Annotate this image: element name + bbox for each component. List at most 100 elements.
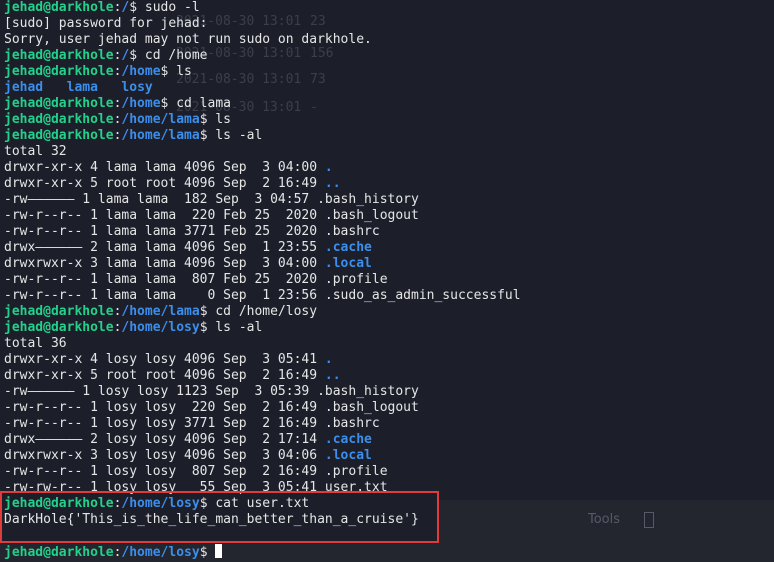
directory-name: losy <box>121 80 153 95</box>
prompt-user: jehad@darkhole <box>4 112 114 127</box>
file-name: .profile <box>324 272 388 287</box>
directory-name: . <box>324 160 333 175</box>
terminal-line: total 36 <box>4 336 774 352</box>
prompt-symbol: $ <box>129 0 145 15</box>
terminal-line: -rw-r--r-- 1 losy losy 220 Sep 2 16:49 .… <box>4 400 774 416</box>
file-listing-meta: drwxrwxr-x 3 losy losy 4096 Sep 3 04:06 <box>4 448 325 463</box>
file-listing-meta: -rw-r--r-- 1 losy losy 220 Sep 2 16:49 <box>4 400 325 415</box>
terminal-line: jehad@darkhole:/$ cd /home <box>4 48 774 64</box>
command-text: ls -al <box>215 320 263 335</box>
directory-name: .cache <box>324 240 372 255</box>
terminal-line: -rw—————— 1 lama lama 182 Sep 3 04:57 .b… <box>4 192 774 208</box>
command-text: cd lama <box>176 96 231 111</box>
output-text: [sudo] password for jehad: <box>4 16 208 31</box>
prompt-path: /home <box>121 64 161 79</box>
file-name: .bash_logout <box>324 208 419 223</box>
prompt-symbol: $ <box>199 112 216 127</box>
terminal-line: [sudo] password for jehad: <box>4 16 774 32</box>
output-text: total 36 <box>4 336 67 351</box>
terminal-line: drwxrwxr-x 3 losy losy 4096 Sep 3 04:06 … <box>4 448 774 464</box>
terminal-line: drwxr-xr-x 5 root root 4096 Sep 2 16:49 … <box>4 176 774 192</box>
command-text: cd /home <box>144 48 208 63</box>
prompt-path: /home/lama <box>121 112 200 127</box>
terminal-line: -rw-r--r-- 1 lama lama 220 Feb 25 2020 .… <box>4 208 774 224</box>
command-text: cd /home/losy <box>215 304 318 319</box>
prompt-symbol: $ <box>199 128 216 143</box>
prompt-symbol: $ <box>199 304 216 319</box>
prompt-symbol: $ <box>160 64 177 79</box>
terminal-line: -rw—————— 1 losy losy 1123 Sep 3 05:39 .… <box>4 384 774 400</box>
file-listing-meta: -rw-r--r-- 1 lama lama 807 Feb 25 2020 <box>4 272 325 287</box>
prompt-user: jehad@darkhole <box>4 0 114 15</box>
prompt-user: jehad@darkhole <box>4 545 114 560</box>
prompt-path: /home <box>121 96 161 111</box>
terminal-line: drwxrwxr-x 3 lama lama 4096 Sep 3 04:00 … <box>4 256 774 272</box>
directory-name: .local <box>324 256 372 271</box>
file-name: .sudo_as_admin_successful <box>324 288 521 303</box>
file-name: .bashrc <box>324 416 380 431</box>
prompt-user: jehad@darkhole <box>4 48 114 63</box>
directory-name: jehad <box>4 80 44 95</box>
prompt-symbol: $ <box>129 48 145 63</box>
directory-name: .local <box>324 448 372 463</box>
terminal-cursor[interactable] <box>215 544 223 558</box>
file-listing-meta: drwxrwxr-x 3 lama lama 4096 Sep 3 04:00 <box>4 256 325 271</box>
file-listing-meta: drwxr-xr-x 5 root root 4096 Sep 2 16:49 <box>4 176 325 191</box>
command-text: ls <box>215 112 231 127</box>
terminal-line: drwx—————— 2 losy losy 4096 Sep 2 17:14 … <box>4 432 774 448</box>
command-text: sudo -l <box>144 0 200 15</box>
prompt-user: jehad@darkhole <box>4 96 114 111</box>
prompt-user: jehad@darkhole <box>4 320 114 335</box>
terminal-line: Sorry, user jehad may not run sudo on da… <box>4 32 774 48</box>
file-listing-meta: -rw—————— 1 losy losy 1123 Sep 3 05:39 <box>4 384 318 399</box>
file-name: .bash_history <box>317 192 419 207</box>
terminal-line: jehad@darkhole:/home$ cd lama <box>4 96 774 112</box>
terminal-line: -rw-r--r-- 1 lama lama 807 Feb 25 2020 .… <box>4 272 774 288</box>
terminal-line: -rw-r--r-- 1 losy losy 807 Sep 2 16:49 .… <box>4 464 774 480</box>
terminal-output[interactable]: jehad@darkhole:/$ sudo -l [sudo] password… <box>4 0 774 560</box>
terminal-line: jehad@darkhole:/home/losy$ ls -al <box>4 320 774 336</box>
file-name: .bash_history <box>317 384 419 399</box>
file-listing-meta: -rw—————— 1 lama lama 182 Sep 3 04:57 <box>4 192 318 207</box>
output-text: total 32 <box>4 144 67 159</box>
terminal-line: -rw-r--r-- 1 lama lama 3771 Feb 25 2020 … <box>4 224 774 240</box>
flag-highlight-box <box>0 491 439 543</box>
prompt-path: /home/lama <box>121 128 200 143</box>
terminal-line: jehad@darkhole:/$ sudo -l <box>4 0 774 16</box>
prompt-user: jehad@darkhole <box>4 64 114 79</box>
file-listing-meta: -rw-r--r-- 1 lama lama 3771 Feb 25 2020 <box>4 224 325 239</box>
prompt-user: jehad@darkhole <box>4 128 114 143</box>
file-listing-meta: drwx—————— 2 losy losy 4096 Sep 2 17:14 <box>4 432 325 447</box>
directory-name: .. <box>324 368 341 383</box>
terminal-line: drwx—————— 2 lama lama 4096 Sep 1 23:55 … <box>4 240 774 256</box>
file-listing-meta: drwxr-xr-x 4 lama lama 4096 Sep 3 04:00 <box>4 160 325 175</box>
file-listing-meta: -rw-r--r-- 1 lama lama 0 Sep 1 23:56 <box>4 288 325 303</box>
terminal-line: jehad@darkhole:/home/lama$ cd /home/losy <box>4 304 774 320</box>
terminal-line: -rw-r--r-- 1 losy losy 3771 Sep 2 16:49 … <box>4 416 774 432</box>
terminal-line: total 32 <box>4 144 774 160</box>
prompt-symbol: $ <box>160 96 177 111</box>
terminal-line: jehad@darkhole:/home/lama$ ls -al <box>4 128 774 144</box>
file-listing-meta: -rw-r--r-- 1 losy losy 807 Sep 2 16:49 <box>4 464 325 479</box>
directory-name: lama <box>66 80 98 95</box>
terminal-line: drwxr-xr-x 4 lama lama 4096 Sep 3 04:00 … <box>4 160 774 176</box>
prompt-path: /home/losy <box>121 320 200 335</box>
directory-name: . <box>324 352 333 367</box>
file-listing-meta: drwxr-xr-x 5 root root 4096 Sep 2 16:49 <box>4 368 325 383</box>
prompt-symbol: $ <box>199 545 216 560</box>
file-listing-meta: drwxr-xr-x 4 losy losy 4096 Sep 3 05:41 <box>4 352 325 367</box>
file-name: .bash_logout <box>324 400 419 415</box>
file-listing-meta: drwx—————— 2 lama lama 4096 Sep 1 23:55 <box>4 240 325 255</box>
terminal-line: -rw-r--r-- 1 lama lama 0 Sep 1 23:56 .su… <box>4 288 774 304</box>
terminal-line: jehad@darkhole:/home/losy$ <box>4 544 774 560</box>
directory-name: .cache <box>324 432 372 447</box>
file-listing-meta: -rw-r--r-- 1 losy losy 3771 Sep 2 16:49 <box>4 416 325 431</box>
output-text: Sorry, user jehad may not run sudo on da… <box>4 32 372 47</box>
terminal-line: jehad@darkhole:/home$ ls <box>4 64 774 80</box>
terminal-line: jehad@darkhole:/home/lama$ ls <box>4 112 774 128</box>
directory-name: .. <box>324 176 341 191</box>
terminal-line: drwxr-xr-x 4 losy losy 4096 Sep 3 05:41 … <box>4 352 774 368</box>
terminal-line: jehad lama losy <box>4 80 774 96</box>
file-name: .profile <box>324 464 388 479</box>
file-name: .bashrc <box>324 224 380 239</box>
